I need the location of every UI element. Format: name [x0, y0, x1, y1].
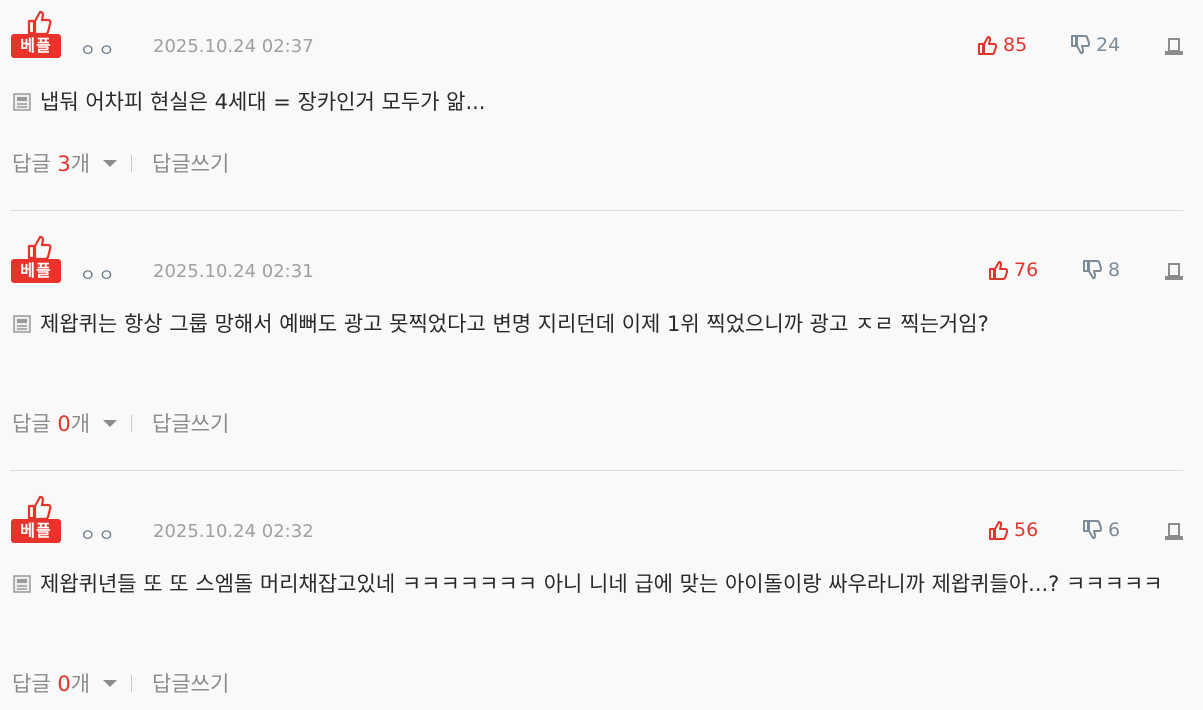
write-reply-link[interactable]: 답글쓰기 — [152, 148, 229, 178]
comment-item: 베플 ㅇㅇ 2025.10.24 02:37 85 24 냅둬 어차피 현실은 … — [0, 0, 1203, 210]
thumbs-down-icon — [1083, 520, 1102, 539]
dislike-button[interactable]: 6 — [1082, 519, 1120, 541]
document-icon — [13, 93, 31, 111]
comment-text: 제왑퀴년들 또 또 스엠돌 머리채잡고있네 ㅋㅋㅋㅋㅋㅋㅋ 아니 니네 급에 맞… — [40, 572, 1163, 596]
comment-text: 냅둬 어차피 현실은 4세대 = 장카인거 모두가 앎... — [40, 90, 486, 114]
document-icon — [13, 315, 31, 333]
author-name[interactable]: ㅇㅇ — [80, 521, 117, 546]
reply-count: 0 — [57, 412, 71, 436]
comment-body: 냅둬 어차피 현실은 4세대 = 장카인거 모두가 앎... — [12, 85, 1187, 120]
reply-count: 0 — [57, 672, 71, 696]
author-name[interactable]: ㅇㅇ — [80, 261, 117, 286]
author-name[interactable]: ㅇㅇ — [80, 36, 117, 61]
comment-date: 2025.10.24 02:31 — [153, 261, 314, 282]
divider — [10, 210, 1183, 211]
separator — [131, 674, 133, 692]
dislike-button[interactable]: 24 — [1070, 34, 1120, 56]
comment-date: 2025.10.24 02:37 — [153, 36, 314, 57]
separator — [131, 414, 133, 432]
report-icon[interactable] — [1163, 261, 1185, 283]
best-badge-label: 베플 — [11, 34, 61, 58]
dislike-count: 24 — [1096, 34, 1121, 56]
reply-label: 답글 — [12, 672, 51, 696]
best-comment-badge: 베플 — [11, 233, 63, 285]
thumbs-down-icon — [1071, 35, 1090, 54]
like-count: 56 — [1014, 519, 1039, 541]
like-count: 85 — [1003, 34, 1028, 56]
thumbs-up-icon — [27, 235, 52, 261]
thumbs-up-icon — [989, 261, 1008, 280]
like-count: 76 — [1014, 259, 1039, 281]
best-badge-label: 베플 — [11, 259, 61, 283]
write-reply-link[interactable]: 답글쓰기 — [152, 668, 229, 698]
thumbs-up-icon — [27, 495, 52, 521]
dislike-count: 6 — [1108, 519, 1121, 541]
reply-toggle[interactable]: 답글 0개 — [12, 668, 90, 698]
comment-item: 베플 ㅇㅇ 2025.10.24 02:31 76 8 제왑퀴는 항상 그룹 망… — [0, 225, 1203, 465]
dislike-button[interactable]: 8 — [1082, 259, 1120, 281]
like-button[interactable]: 56 — [988, 519, 1038, 541]
reply-count: 3 — [57, 152, 71, 176]
write-reply-link[interactable]: 답글쓰기 — [152, 408, 229, 438]
like-button[interactable]: 76 — [988, 259, 1038, 281]
comment-item: 베플 ㅇㅇ 2025.10.24 02:32 56 6 제왑퀴년들 또 또 스엠… — [0, 485, 1203, 710]
comment-date: 2025.10.24 02:32 — [153, 521, 314, 542]
best-badge-label: 베플 — [11, 519, 61, 543]
caret-down-icon[interactable] — [103, 679, 118, 687]
best-comment-badge: 베플 — [11, 493, 63, 545]
report-icon[interactable] — [1163, 521, 1185, 543]
reply-label: 답글 — [12, 412, 51, 436]
reply-label: 답글 — [12, 152, 51, 176]
document-icon — [13, 575, 31, 593]
comment-text: 제왑퀴는 항상 그룹 망해서 예뻐도 광고 못찍었다고 변명 지리던데 이제 1… — [40, 312, 989, 336]
divider — [10, 470, 1183, 471]
reply-unit: 개 — [70, 672, 91, 696]
like-button[interactable]: 85 — [977, 34, 1027, 56]
reply-row: 답글 0개 답글쓰기 — [12, 668, 229, 698]
reply-row: 답글 3개 답글쓰기 — [12, 148, 229, 178]
reply-unit: 개 — [70, 412, 91, 436]
comment-body: 제왑퀴는 항상 그룹 망해서 예뻐도 광고 못찍었다고 변명 지리던데 이제 1… — [12, 307, 1187, 342]
comment-body: 제왑퀴년들 또 또 스엠돌 머리채잡고있네 ㅋㅋㅋㅋㅋㅋㅋ 아니 니네 급에 맞… — [12, 567, 1187, 602]
best-comment-badge: 베플 — [11, 8, 63, 60]
reply-row: 답글 0개 답글쓰기 — [12, 408, 229, 438]
thumbs-up-icon — [978, 36, 997, 55]
report-icon[interactable] — [1163, 36, 1185, 58]
reply-toggle[interactable]: 답글 0개 — [12, 408, 90, 438]
thumbs-down-icon — [1083, 260, 1102, 279]
thumbs-up-icon — [27, 10, 52, 36]
reply-unit: 개 — [70, 152, 91, 176]
separator — [131, 154, 133, 172]
caret-down-icon[interactable] — [103, 419, 118, 427]
caret-down-icon[interactable] — [103, 159, 118, 167]
reply-toggle[interactable]: 답글 3개 — [12, 148, 90, 178]
dislike-count: 8 — [1108, 259, 1121, 281]
thumbs-up-icon — [989, 521, 1008, 540]
